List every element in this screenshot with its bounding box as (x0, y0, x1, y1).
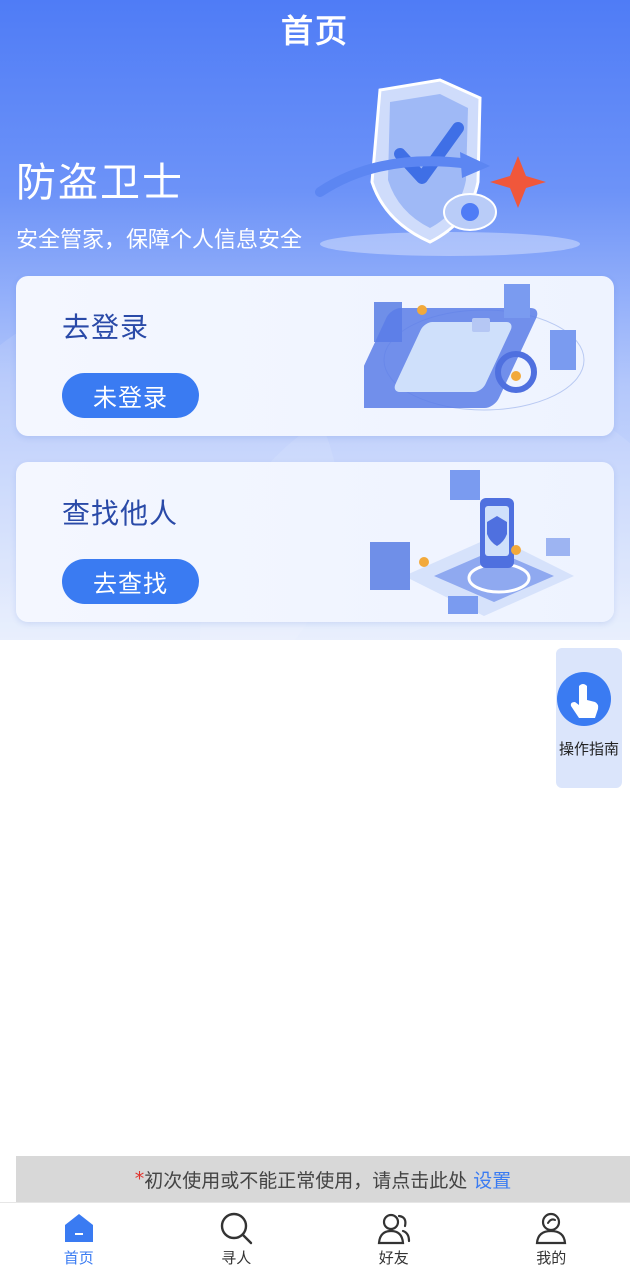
page-title: 首页 (280, 12, 349, 50)
go-search-button[interactable]: 去查找 (62, 559, 199, 604)
location-search-illustration (370, 470, 574, 616)
operation-guide-label: 操作指南 (558, 740, 619, 758)
operation-guide-button[interactable]: 操作指南 (556, 648, 622, 788)
user-icon (536, 1212, 567, 1245)
friends-icon (377, 1213, 410, 1245)
notice-required-star: * (134, 1168, 145, 1190)
tab-friends-label: 好友 (378, 1249, 409, 1267)
login-card-title: 去登录 (62, 311, 150, 344)
phone-security-illustration (364, 284, 585, 411)
tab-mine-label: 我的 (536, 1249, 567, 1267)
settings-link[interactable]: 设置 (473, 1166, 511, 1193)
tab-search-person-label: 寻人 (221, 1249, 252, 1267)
tab-mine[interactable]: 我的 (473, 1203, 630, 1280)
shield-check-icon (315, 78, 580, 256)
login-card[interactable]: 去登录 未登录 (16, 276, 614, 436)
setup-notice-bar[interactable]: * 初次使用或不能正常使用，请点击此处 设置 (16, 1156, 630, 1202)
tab-search-person[interactable]: 寻人 (158, 1203, 316, 1280)
search-icon (221, 1212, 253, 1245)
tab-home[interactable]: 首页 (0, 1203, 158, 1280)
hero-title: 防盗卫士 (16, 160, 184, 206)
tab-friends[interactable]: 好友 (315, 1203, 473, 1280)
notice-text: 初次使用或不能正常使用，请点击此处 (144, 1169, 468, 1192)
login-status-button[interactable]: 未登录 (62, 373, 199, 418)
home-icon (64, 1214, 93, 1242)
find-others-card[interactable]: 查找他人 去查找 (16, 462, 614, 622)
hero-subtitle: 安全管家，保障个人信息安全 (16, 228, 303, 253)
tab-home-label: 首页 (63, 1249, 94, 1267)
bottom-tab-bar: 首页 寻人 好友 我的 (0, 1202, 630, 1280)
find-others-card-title: 查找他人 (62, 497, 179, 530)
hand-tap-icon (557, 672, 611, 726)
